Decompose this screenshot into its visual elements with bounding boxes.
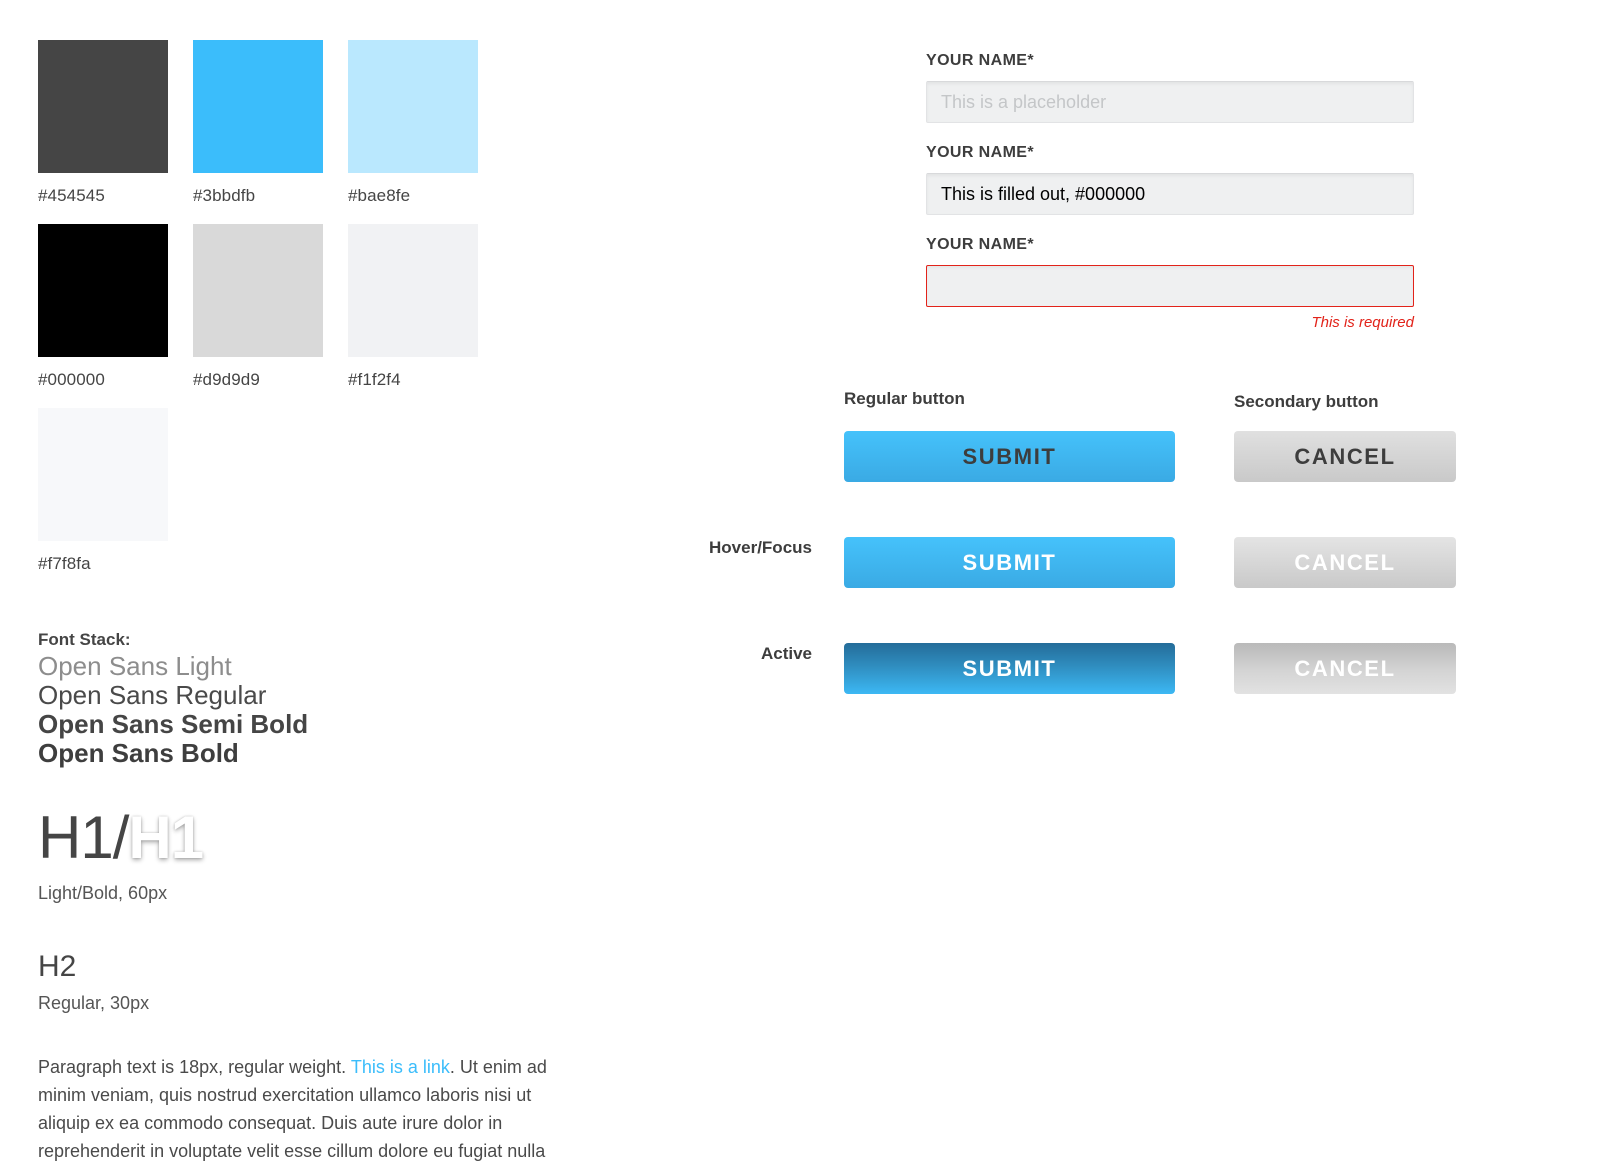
primary-active-slot: SUBMIT (844, 643, 1234, 694)
color-hex-label: #f1f2f4 (348, 370, 401, 389)
font-weight-sample-light: Open Sans Light (38, 651, 232, 681)
field-label: YOUR NAME* (926, 144, 1035, 161)
primary-column-title: Regular button (844, 389, 965, 408)
h2-caption: Regular, 30px (38, 993, 150, 1013)
validation-error-message: This is required (1311, 314, 1414, 331)
cancel-button-regular[interactable]: CANCEL (1234, 431, 1456, 482)
swatch-item: #454545 (38, 40, 168, 207)
primary-regular-slot: SUBMIT (844, 431, 1234, 482)
style-guide-left-column: #454545 #3bbdfb #bae8fe #000000 #d9d9d9 … (38, 40, 658, 1165)
name-input-error[interactable] (926, 265, 1414, 307)
h1-caption: Light/Bold, 60px (38, 883, 168, 903)
secondary-column-title: Secondary button (1234, 392, 1379, 411)
field-label: YOUR NAME* (926, 236, 1035, 253)
primary-hover-slot: SUBMIT (844, 537, 1234, 588)
button-row-regular: SUBMIT CANCEL (694, 431, 1474, 537)
color-chip (38, 224, 168, 357)
name-input-placeholder[interactable] (926, 81, 1414, 123)
font-stack-title: Font Stack: (38, 630, 131, 649)
submit-button-active[interactable]: SUBMIT (844, 643, 1175, 694)
field-group-error: YOUR NAME* This is required (926, 234, 1414, 333)
color-chip (193, 40, 323, 173)
color-chip (348, 40, 478, 173)
secondary-hover-slot: CANCEL (1234, 537, 1474, 588)
swatch-item: #d9d9d9 (193, 224, 323, 391)
color-palette: #454545 #3bbdfb #bae8fe #000000 #d9d9d9 … (38, 40, 638, 592)
swatch-item: #f1f2f4 (348, 224, 478, 391)
swatch-item: #000000 (38, 224, 168, 391)
name-input-filled[interactable] (926, 173, 1414, 215)
typography-section: Font Stack: Open Sans Light Open Sans Re… (38, 627, 658, 1165)
swatch-item: #3bbdfb (193, 40, 323, 207)
color-hex-label: #f7f8fa (38, 554, 91, 573)
button-row-active: Active SUBMIT CANCEL (694, 643, 1474, 749)
h1-bold-sample: H1 (128, 804, 204, 871)
paragraph-sample: Paragraph text is 18px, regular weight. … (38, 1053, 578, 1165)
secondary-active-slot: CANCEL (1234, 643, 1474, 694)
font-weight-sample-bold: Open Sans Bold (38, 738, 239, 768)
paragraph-text-before-link: Paragraph text is 18px, regular weight. (38, 1057, 351, 1077)
swatch-item: #bae8fe (348, 40, 478, 207)
button-states-section: Regular button Secondary button SUBMIT C… (694, 388, 1474, 749)
color-hex-label: #000000 (38, 370, 105, 389)
h2-sample: H2 (38, 950, 77, 983)
color-hex-label: #3bbdfb (193, 186, 256, 205)
color-hex-label: #454545 (38, 186, 105, 205)
color-chip (38, 40, 168, 173)
color-chip (348, 224, 478, 357)
secondary-column-title-wrap: Secondary button (1234, 388, 1474, 413)
field-group-placeholder: YOUR NAME* (926, 50, 1414, 123)
primary-column-title-wrap: Regular button (844, 388, 1234, 410)
field-label: YOUR NAME* (926, 52, 1035, 69)
form-fields-section: YOUR NAME* YOUR NAME* YOUR NAME* This is… (926, 50, 1414, 352)
cancel-button-hover[interactable]: CANCEL (1234, 537, 1456, 588)
submit-button-hover[interactable]: SUBMIT (844, 537, 1175, 588)
font-weight-sample-semibold: Open Sans Semi Bold (38, 709, 309, 739)
state-label-active: Active (760, 644, 812, 663)
state-label-hover: Hover/Focus (709, 538, 812, 557)
submit-button-regular[interactable]: SUBMIT (844, 431, 1175, 482)
color-hex-label: #d9d9d9 (193, 370, 260, 389)
color-chip (193, 224, 323, 357)
color-hex-label: #bae8fe (348, 186, 411, 205)
h1-sample: H1/H1 (38, 808, 658, 868)
swatch-item: #f7f8fa (38, 408, 168, 575)
secondary-regular-slot: CANCEL (1234, 431, 1474, 482)
inline-link[interactable]: This is a link (351, 1057, 450, 1077)
field-group-filled: YOUR NAME* (926, 142, 1414, 215)
button-row-hover: Hover/Focus SUBMIT CANCEL (694, 537, 1474, 643)
cancel-button-active[interactable]: CANCEL (1234, 643, 1456, 694)
h1-light-sample: H1/ (38, 804, 129, 871)
font-weight-sample-regular: Open Sans Regular (38, 680, 267, 710)
color-chip (38, 408, 168, 541)
